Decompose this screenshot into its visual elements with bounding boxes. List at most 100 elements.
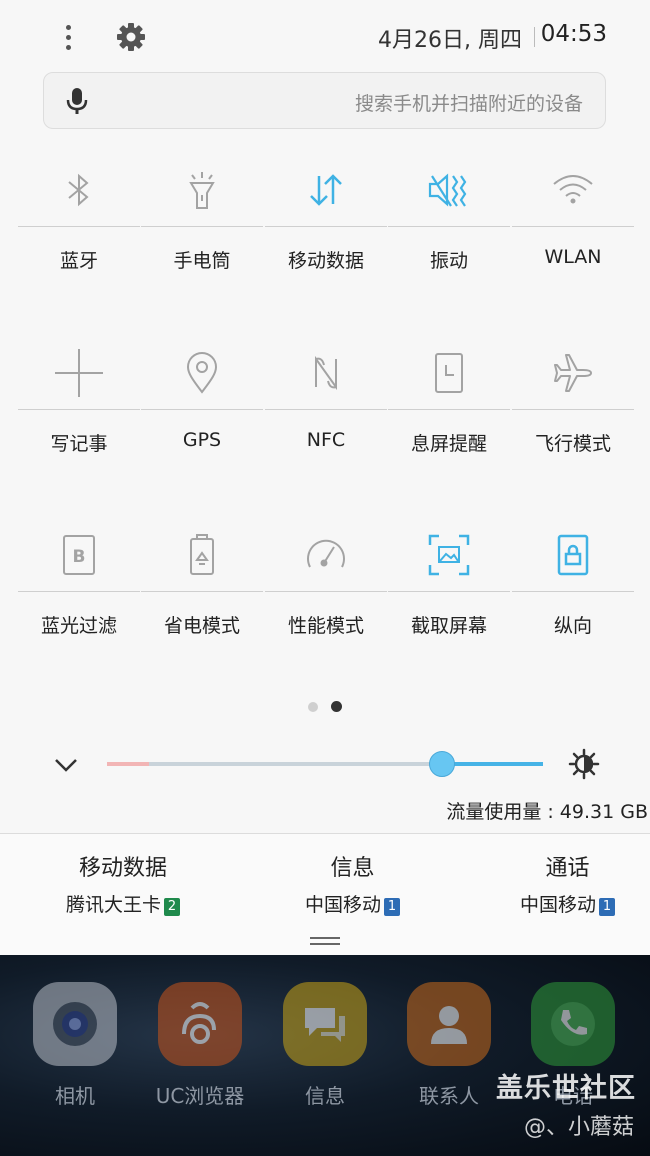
battery-saver-icon	[172, 525, 232, 585]
tile-portrait-lock[interactable]: 纵向	[512, 525, 634, 685]
speedometer-icon	[296, 525, 356, 585]
data-usage-text: 流量使用量 : 49.31 GB	[446, 801, 648, 823]
nfc-icon	[296, 343, 356, 403]
screenshot-icon	[419, 525, 479, 585]
svg-text:B: B	[73, 547, 86, 567]
sim-2-badge: 2	[164, 898, 180, 916]
tile-wlan[interactable]: WLAN	[512, 160, 634, 320]
tile-label: 蓝光过滤	[40, 615, 117, 637]
watermark-site: 盖乐世社区	[496, 1073, 636, 1104]
sim-title: 移动数据	[78, 856, 167, 881]
tile-label: WLAN	[544, 246, 602, 268]
tile-underline	[512, 409, 634, 410]
drag-handle[interactable]	[310, 937, 340, 945]
tile-underline	[388, 409, 510, 410]
tile-gps[interactable]: GPS	[141, 343, 263, 503]
tile-underline	[141, 591, 263, 592]
airplane-icon	[543, 343, 603, 403]
flashlight-icon	[172, 160, 232, 220]
sim-mobile-data[interactable]: 移动数据 腾讯大王卡 2	[38, 850, 208, 917]
status-divider	[534, 27, 535, 47]
sim-carrier: 腾讯大王卡	[65, 894, 161, 916]
tile-vibrate[interactable]: 振动	[388, 160, 510, 320]
tile-nfc[interactable]: NFC	[265, 343, 387, 503]
tile-label: 省电模式	[163, 615, 240, 637]
app-contacts[interactable]: 联系人	[404, 982, 494, 1109]
app-label: UC浏览器	[155, 1084, 245, 1108]
tile-underline	[18, 409, 140, 410]
tile-underline	[141, 226, 263, 227]
page-dot-1[interactable]	[308, 702, 318, 712]
tile-label: 纵向	[553, 615, 592, 637]
always-on-display-icon	[419, 343, 479, 403]
tile-battery-saver[interactable]: 省电模式	[141, 525, 263, 685]
tile-airplane-mode[interactable]: 飞行模式	[512, 343, 634, 503]
brightness-slider-thumb[interactable]	[429, 751, 455, 777]
tile-underline	[512, 591, 634, 592]
app-uc-browser[interactable]: UC浏览器	[155, 982, 245, 1109]
app-label: 信息	[305, 1084, 345, 1108]
auto-brightness-sun-icon[interactable]	[568, 748, 600, 780]
tile-label: 飞行模式	[534, 433, 611, 455]
tile-label: 截取屏幕	[410, 615, 487, 637]
tile-label: NFC	[306, 429, 346, 451]
sim-1-badge: 1	[599, 898, 615, 916]
app-messages[interactable]: 信息	[280, 982, 370, 1109]
watermark-user: @、小蘑菇	[523, 1115, 634, 1140]
clock-text[interactable]: 04:53	[541, 21, 607, 47]
tile-label: 手电筒	[173, 250, 231, 272]
mobile-data-icon	[296, 160, 356, 220]
tile-underline	[388, 591, 510, 592]
tile-underline	[265, 226, 387, 227]
tile-label: 蓝牙	[59, 250, 98, 272]
more-options-button[interactable]	[52, 18, 84, 56]
tile-label: GPS	[182, 429, 222, 451]
wifi-icon	[543, 160, 603, 220]
tile-write-note[interactable]: 写记事	[18, 343, 140, 503]
tile-label: 息屏提醒	[410, 433, 487, 455]
tile-performance-mode[interactable]: 性能模式	[265, 525, 387, 685]
tile-underline	[512, 226, 634, 227]
bluetooth-icon	[49, 160, 109, 220]
app-label: 联系人	[419, 1084, 479, 1108]
sim-messages[interactable]: 信息 中国移动 1	[265, 850, 440, 917]
sim-title: 通话	[545, 856, 590, 881]
search-placeholder: 搜索手机并扫描附近的设备	[354, 93, 583, 115]
tile-underline	[265, 409, 387, 410]
app-camera[interactable]: 相机	[30, 982, 120, 1109]
portrait-lock-icon	[543, 525, 603, 585]
dot	[65, 24, 71, 30]
settings-gear-icon[interactable]	[112, 18, 150, 56]
location-pin-icon	[172, 343, 232, 403]
tile-flashlight[interactable]: 手电筒	[141, 160, 263, 320]
phone-icon	[531, 982, 615, 1066]
tile-bluetooth[interactable]: 蓝牙	[18, 160, 140, 320]
tile-label: 写记事	[50, 433, 108, 455]
contacts-icon	[407, 982, 491, 1066]
search-bar[interactable]: 搜索手机并扫描附近的设备	[43, 72, 606, 129]
vibrate-icon	[419, 160, 479, 220]
tile-underline	[141, 409, 263, 410]
tile-underline	[388, 226, 510, 227]
sim-carrier: 中国移动	[304, 894, 381, 916]
tile-always-on-display[interactable]: 息屏提醒	[388, 343, 510, 503]
uc-browser-icon	[158, 982, 242, 1066]
tile-label: 振动	[429, 250, 468, 272]
page-dot-2-active[interactable]	[331, 701, 342, 712]
tile-screenshot[interactable]: 截取屏幕	[388, 525, 510, 685]
sim-calls[interactable]: 通话 中国移动 1	[480, 850, 650, 917]
dot	[65, 34, 71, 40]
sim-carrier: 中国移动	[519, 894, 596, 916]
plus-icon	[49, 343, 109, 403]
tile-label: 性能模式	[287, 615, 364, 637]
tile-blue-light-filter[interactable]: B 蓝光过滤	[18, 525, 140, 685]
microphone-icon[interactable]	[62, 85, 92, 121]
tile-underline	[265, 591, 387, 592]
dot	[65, 44, 71, 50]
chevron-down-icon[interactable]	[52, 752, 80, 778]
sim-title: 信息	[330, 856, 375, 881]
tile-mobile-data[interactable]: 移动数据	[265, 160, 387, 320]
sim-1-badge: 1	[384, 898, 400, 916]
brightness-low-segment	[107, 762, 149, 766]
tile-underline	[18, 226, 140, 227]
